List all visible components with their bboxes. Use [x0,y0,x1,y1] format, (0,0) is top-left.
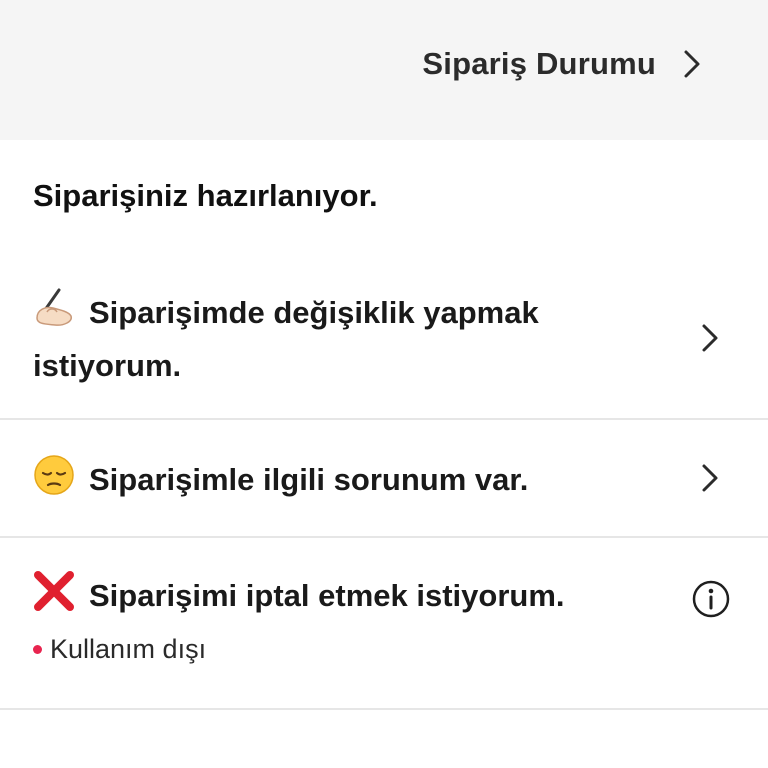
order-status-link[interactable]: Sipariş Durumu [422,44,706,84]
order-problem-label: Siparişimle ilgili sorunum var. [33,454,528,510]
change-order-line1: Siparişimde değişiklik yapmak [89,295,539,331]
change-order-option[interactable]: Siparişimde değişiklik yapmak istiyorum. [0,284,768,418]
change-order-label: Siparişimde değişiklik yapmak istiyorum. [33,288,539,390]
info-icon[interactable] [692,580,730,623]
unavailable-text: Kullanım dışı [50,634,207,664]
order-problem-text: Siparişimle ilgili sorunum var. [89,462,529,498]
cancel-order-text: Siparişimi iptal etmek istiyorum. [89,578,565,614]
chevron-right-icon [678,48,706,80]
unavailable-note: Kullanım dışı [33,634,206,665]
divider [0,708,768,710]
writing-hand-icon [33,288,75,342]
chevron-right-icon [696,462,724,494]
chevron-right-icon [696,322,724,354]
order-problem-option[interactable]: Siparişimle ilgili sorunum var. [0,420,768,536]
cancel-order-label: Siparişimi iptal etmek istiyorum. [33,570,565,626]
status-dot-icon [33,645,42,654]
order-status-message: Siparişiniz hazırlanıyor. [33,178,378,213]
change-order-line2: istiyorum. [33,348,182,383]
order-header: Sipariş Durumu [0,0,768,140]
pensive-face-icon [33,454,75,510]
cross-mark-icon [33,570,75,626]
order-status-label: Sipariş Durumu [422,46,656,81]
cancel-order-option[interactable]: Siparişimi iptal etmek istiyorum. [0,538,768,708]
